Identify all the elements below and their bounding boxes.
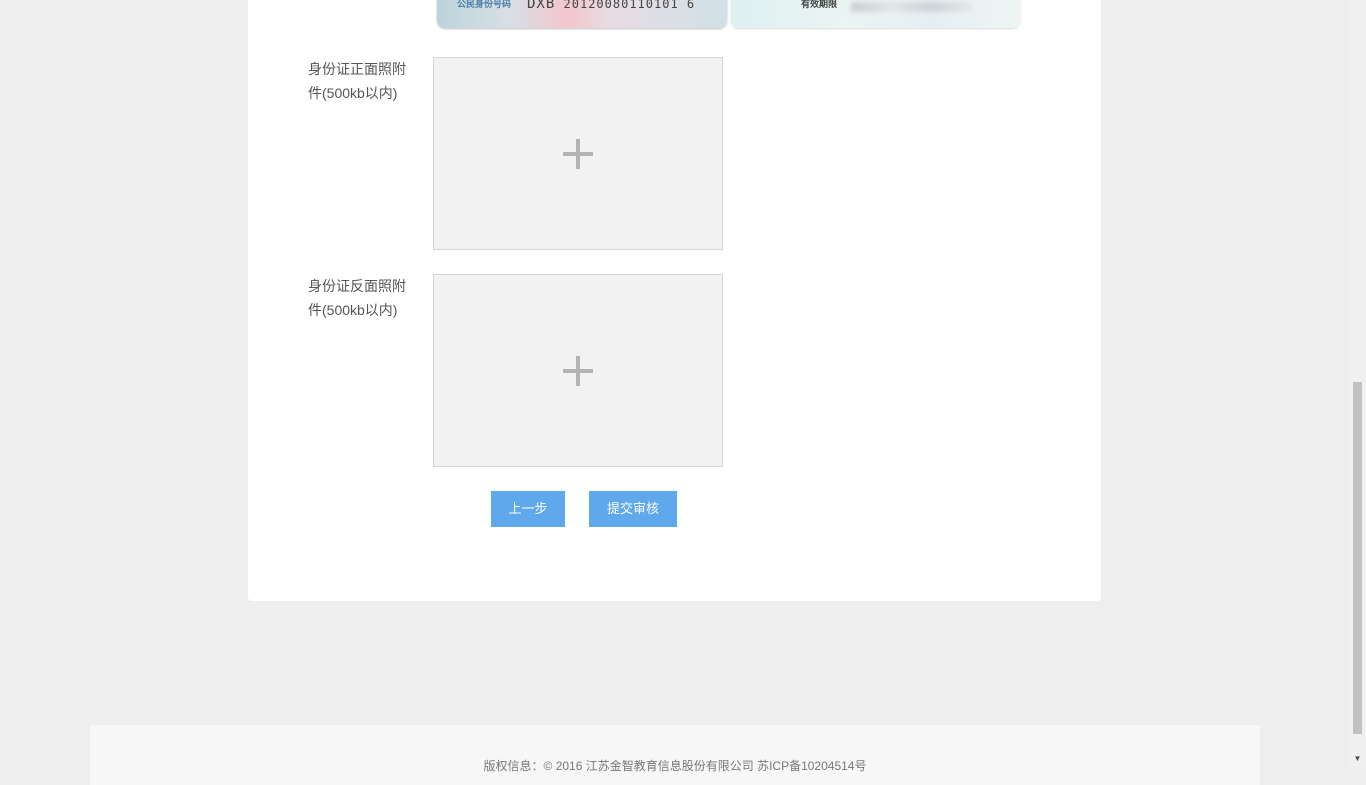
validity-label: 有效期限 [801,0,838,9]
plus-icon [563,138,593,169]
vertical-scrollbar[interactable]: ▼ [1349,0,1366,768]
previous-step-button[interactable]: 上一步 [491,491,565,527]
footer: 版权信息：© 2016 江苏金智教育信息股份有限公司 苏ICP备10204514… [90,725,1260,785]
id-number-label: 公民身份号码 [457,0,512,9]
id-card-back-sample-image: 有效期限 [731,0,1020,28]
submit-review-button[interactable]: 提交审核 [589,491,677,527]
front-photo-upload[interactable] [433,57,723,250]
plus-icon [563,355,593,386]
back-photo-upload[interactable] [433,274,723,467]
blurred-validity-value [851,2,971,12]
id-number-value: DXB 20120080110101 6 [527,0,696,12]
front-photo-label: 身份证正面照附件(500kb以内) [308,61,406,101]
id-card-front-sample-image: 公民身份号码 DXB 20120080110101 6 [437,0,727,28]
back-photo-label: 身份证反面照附件(500kb以内) [308,278,406,318]
scrollbar-thumb[interactable] [1353,382,1362,734]
scroll-down-arrow-icon[interactable]: ▼ [1349,752,1366,766]
copyright-text: 版权信息：© 2016 江苏金智教育信息股份有限公司 苏ICP备10204514… [483,759,867,773]
